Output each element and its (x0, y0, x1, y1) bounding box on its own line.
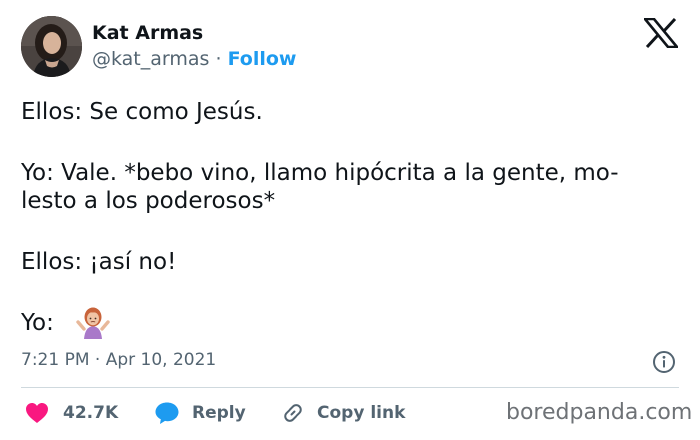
author-handle-line: @kat_armas · Follow (92, 47, 296, 71)
author-display-name[interactable]: Kat Armas (92, 21, 203, 45)
speech-bubble-icon (155, 402, 179, 424)
tweet-text-line-4: Ellos: ¡así no! (21, 249, 177, 275)
avatar[interactable] (21, 16, 82, 77)
author-handle[interactable]: @kat_armas (92, 48, 209, 70)
copy-link-label: Copy link (317, 403, 406, 423)
heart-icon (26, 403, 48, 423)
watermark: boredpanda.com (506, 400, 693, 425)
tweet-text-line-3: lesto a los poderosos* (21, 188, 276, 214)
reply-label: Reply (192, 403, 246, 423)
avatar-image (21, 16, 82, 77)
copy-link-button[interactable]: Copy link (281, 400, 405, 426)
x-logo-icon[interactable] (642, 17, 680, 49)
reply-button[interactable]: Reply (154, 400, 246, 426)
tweet-text-line-2: Yo: Vale. *bebo vino, llamo hipócrita a … (21, 160, 619, 186)
link-icon (284, 404, 302, 422)
tweet-card: Kat Armas @kat_armas · Follow Ellos: Se … (0, 0, 700, 440)
like-count: 42.7K (63, 403, 119, 423)
handle-separator: · (209, 48, 228, 70)
follow-button[interactable]: Follow (228, 48, 297, 70)
divider (21, 387, 679, 388)
tweet-text-line-1: Ellos: Se como Jesús. (21, 99, 263, 125)
tweet-timestamp[interactable]: 7:21 PM · Apr 10, 2021 (21, 349, 216, 371)
woman-shrugging-emoji (76, 305, 110, 339)
info-icon[interactable] (652, 350, 676, 374)
like-button[interactable]: 42.7K (25, 400, 118, 426)
tweet-text-line-5: Yo: (21, 310, 54, 336)
